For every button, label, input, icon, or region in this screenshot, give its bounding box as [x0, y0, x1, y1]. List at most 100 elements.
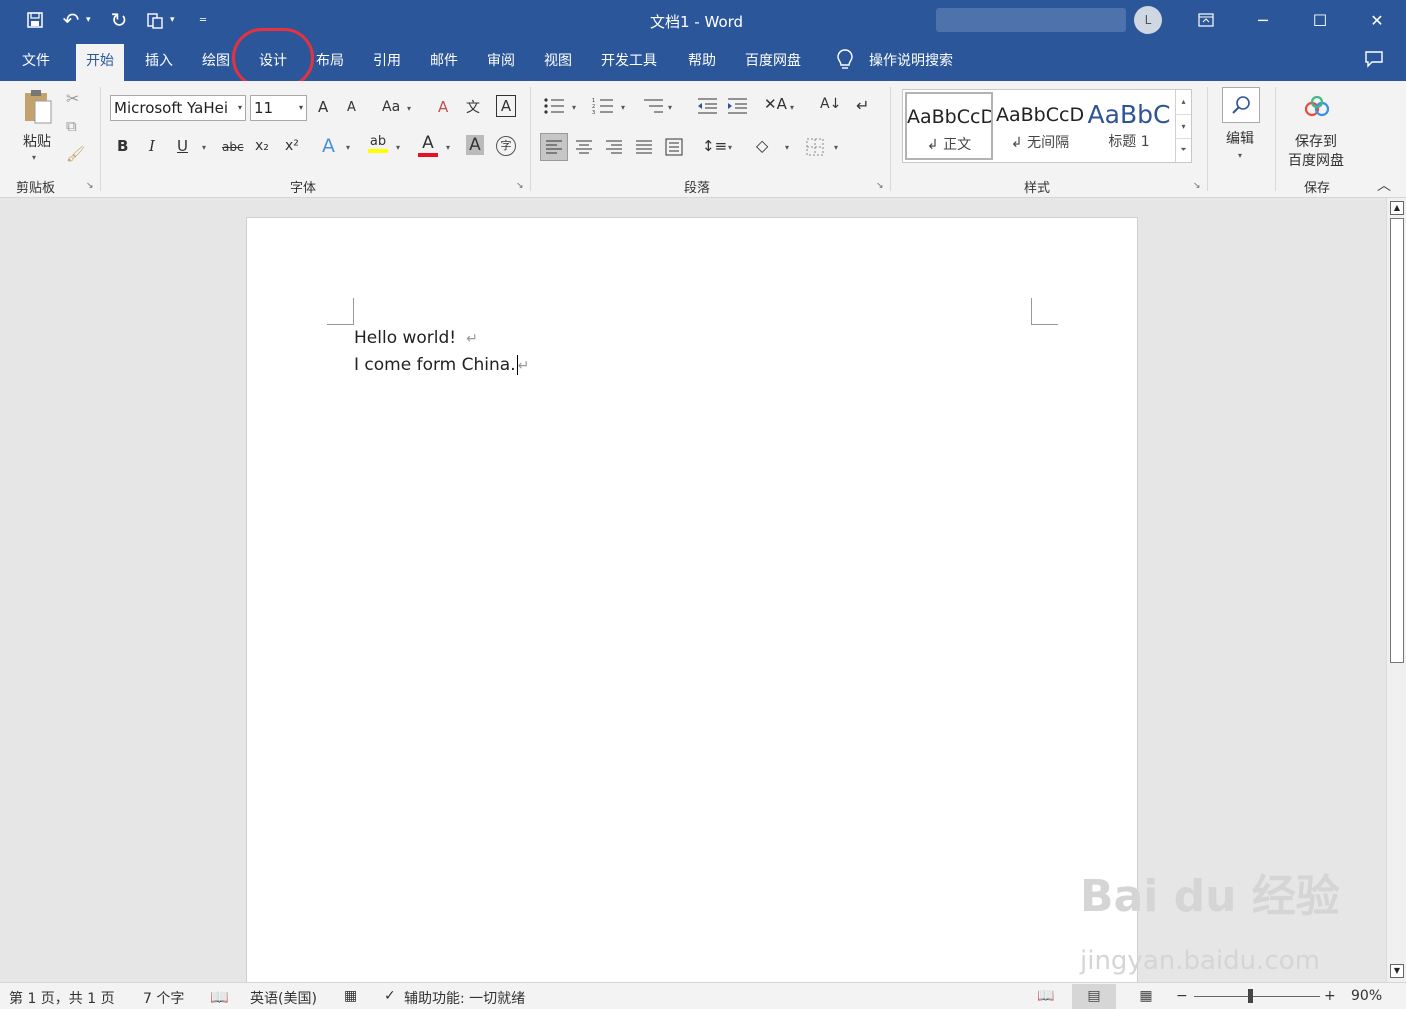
- page-count[interactable]: 第 1 页，共 1 页: [9, 988, 115, 1008]
- tab-help[interactable]: 帮助: [678, 44, 726, 81]
- clear-formatting-button[interactable]: A: [438, 98, 448, 116]
- bullets-button[interactable]: [543, 97, 565, 119]
- align-center-button[interactable]: [575, 139, 593, 159]
- customize-qat-icon[interactable]: ═: [190, 8, 216, 32]
- document-line-2[interactable]: I come form China. ↵: [354, 355, 529, 375]
- language[interactable]: 英语(美国): [250, 988, 317, 1008]
- ribbon-display-icon[interactable]: [1178, 0, 1234, 40]
- subscript-button[interactable]: x₂: [255, 138, 269, 154]
- chevron-up-icon[interactable]: ▴: [1176, 90, 1191, 114]
- clipboard-launcher-icon[interactable]: ↘: [86, 181, 94, 191]
- print-layout-icon[interactable]: ▤: [1072, 984, 1116, 1009]
- chevron-down-icon[interactable]: ▾: [572, 103, 576, 112]
- multilevel-list-button[interactable]: [642, 97, 664, 119]
- avatar[interactable]: L: [1134, 6, 1162, 34]
- scroll-down-icon[interactable]: ▼: [1390, 964, 1404, 978]
- maximize-icon[interactable]: ☐: [1292, 0, 1348, 40]
- scroll-up-icon[interactable]: ▲: [1390, 201, 1404, 215]
- chevron-down-icon[interactable]: ▾: [238, 96, 242, 120]
- cut-icon[interactable]: ✂: [66, 89, 79, 108]
- font-launcher-icon[interactable]: ↘: [516, 181, 524, 191]
- chevron-down-icon[interactable]: ▾: [407, 104, 411, 113]
- chevron-down-icon[interactable]: ▾: [299, 96, 303, 120]
- format-painter-icon[interactable]: 🖌: [66, 145, 85, 163]
- accessibility-status[interactable]: 辅助功能: 一切就绪: [404, 988, 525, 1008]
- line-spacing-button[interactable]: ↕≡: [702, 137, 727, 155]
- comments-icon[interactable]: [1364, 50, 1384, 73]
- strikethrough-button[interactable]: abc: [222, 140, 244, 154]
- document-page[interactable]: Hello world! ↵ I come form China. ↵: [246, 217, 1138, 982]
- highlight-color-button[interactable]: ab: [368, 134, 388, 153]
- read-mode-icon[interactable]: 📖: [1024, 984, 1068, 1009]
- decrease-indent-button[interactable]: [696, 97, 718, 119]
- style-heading-1[interactable]: AaBbC 标题 1: [1085, 92, 1173, 160]
- chevron-down-icon[interactable]: ▾: [346, 143, 350, 152]
- zoom-level[interactable]: 90%: [1351, 988, 1382, 1004]
- increase-indent-button[interactable]: [726, 97, 748, 119]
- text-effects-button[interactable]: A: [322, 135, 335, 157]
- undo-dropdown-icon[interactable]: ▾: [86, 15, 96, 25]
- character-shading-button[interactable]: A: [466, 135, 484, 155]
- scroll-thumb[interactable]: [1390, 218, 1404, 663]
- macro-icon[interactable]: ▦: [344, 988, 357, 1004]
- tab-view[interactable]: 视图: [534, 44, 582, 81]
- asian-layout-button[interactable]: ✕A: [764, 95, 787, 113]
- close-icon[interactable]: ✕: [1349, 0, 1405, 40]
- document-line-1[interactable]: Hello world! ↵: [354, 328, 478, 348]
- align-right-button[interactable]: [605, 139, 623, 159]
- chevron-down-icon[interactable]: ▾: [1238, 151, 1242, 160]
- chevron-down-icon[interactable]: ▾: [1176, 114, 1191, 138]
- tab-review[interactable]: 审阅: [477, 44, 525, 81]
- shrink-font-button[interactable]: A: [347, 100, 356, 115]
- undo-icon[interactable]: ↶: [58, 8, 84, 32]
- bold-button[interactable]: B: [117, 137, 128, 155]
- minimize-icon[interactable]: ─: [1235, 0, 1291, 40]
- change-case-button[interactable]: Aa: [382, 99, 400, 115]
- editing-button[interactable]: [1222, 87, 1260, 123]
- sort-button[interactable]: A↓: [820, 96, 841, 112]
- tell-me-search[interactable]: 操作说明搜索: [859, 44, 963, 81]
- word-count[interactable]: 7 个字: [143, 988, 184, 1008]
- character-border-button[interactable]: A: [496, 95, 516, 117]
- chevron-down-icon[interactable]: ▾: [834, 143, 838, 152]
- collapse-ribbon-icon[interactable]: ︿: [1377, 175, 1391, 195]
- tab-home[interactable]: 开始: [76, 44, 124, 81]
- shading-button[interactable]: ◇: [756, 136, 768, 155]
- chevron-down-icon[interactable]: ▾: [668, 103, 672, 112]
- paragraph-launcher-icon[interactable]: ↘: [876, 181, 884, 191]
- tab-file[interactable]: 文件: [12, 44, 60, 81]
- phonetic-guide-button[interactable]: 文: [466, 97, 480, 117]
- font-color-button[interactable]: A: [418, 133, 438, 157]
- tab-references[interactable]: 引用: [363, 44, 411, 81]
- chevron-down-icon[interactable]: ▾: [785, 143, 789, 152]
- tab-developer[interactable]: 开发工具: [591, 44, 667, 81]
- distributed-button[interactable]: [665, 138, 683, 160]
- format-painter-qat-icon[interactable]: [142, 8, 168, 32]
- style-normal[interactable]: AaBbCcDd ↲ 正文: [905, 92, 993, 160]
- accessibility-icon[interactable]: ✓: [384, 988, 396, 1004]
- zoom-slider[interactable]: [1194, 996, 1320, 997]
- editing-label[interactable]: 编辑: [1226, 128, 1254, 148]
- proofing-icon[interactable]: 📖: [210, 988, 229, 1006]
- underline-button[interactable]: U: [177, 137, 188, 155]
- align-left-button[interactable]: [540, 133, 568, 161]
- chevron-down-icon[interactable]: ▾: [396, 143, 400, 152]
- zoom-out-icon[interactable]: −: [1176, 988, 1188, 1004]
- paste-button[interactable]: [18, 87, 58, 131]
- qat-dropdown-icon[interactable]: ▾: [170, 15, 180, 25]
- chevron-down-icon[interactable]: ▾: [621, 103, 625, 112]
- numbering-button[interactable]: 123: [592, 97, 614, 119]
- save-to-baidu-label-2[interactable]: 百度网盘: [1288, 150, 1344, 170]
- borders-button[interactable]: [806, 138, 824, 160]
- show-formatting-marks-button[interactable]: ↵: [856, 96, 869, 115]
- enclose-characters-button[interactable]: 字: [496, 136, 516, 156]
- tab-mailings[interactable]: 邮件: [420, 44, 468, 81]
- copy-icon[interactable]: ⧉: [66, 117, 77, 135]
- styles-launcher-icon[interactable]: ↘: [1193, 181, 1201, 191]
- more-styles-icon[interactable]: ⏷: [1176, 138, 1191, 160]
- web-layout-icon[interactable]: ▦: [1124, 984, 1168, 1009]
- chevron-down-icon[interactable]: ▾: [446, 143, 450, 152]
- zoom-in-icon[interactable]: +: [1324, 988, 1336, 1004]
- style-no-spacing[interactable]: AaBbCcDd ↲ 无间隔: [996, 92, 1084, 160]
- justify-button[interactable]: [635, 139, 653, 159]
